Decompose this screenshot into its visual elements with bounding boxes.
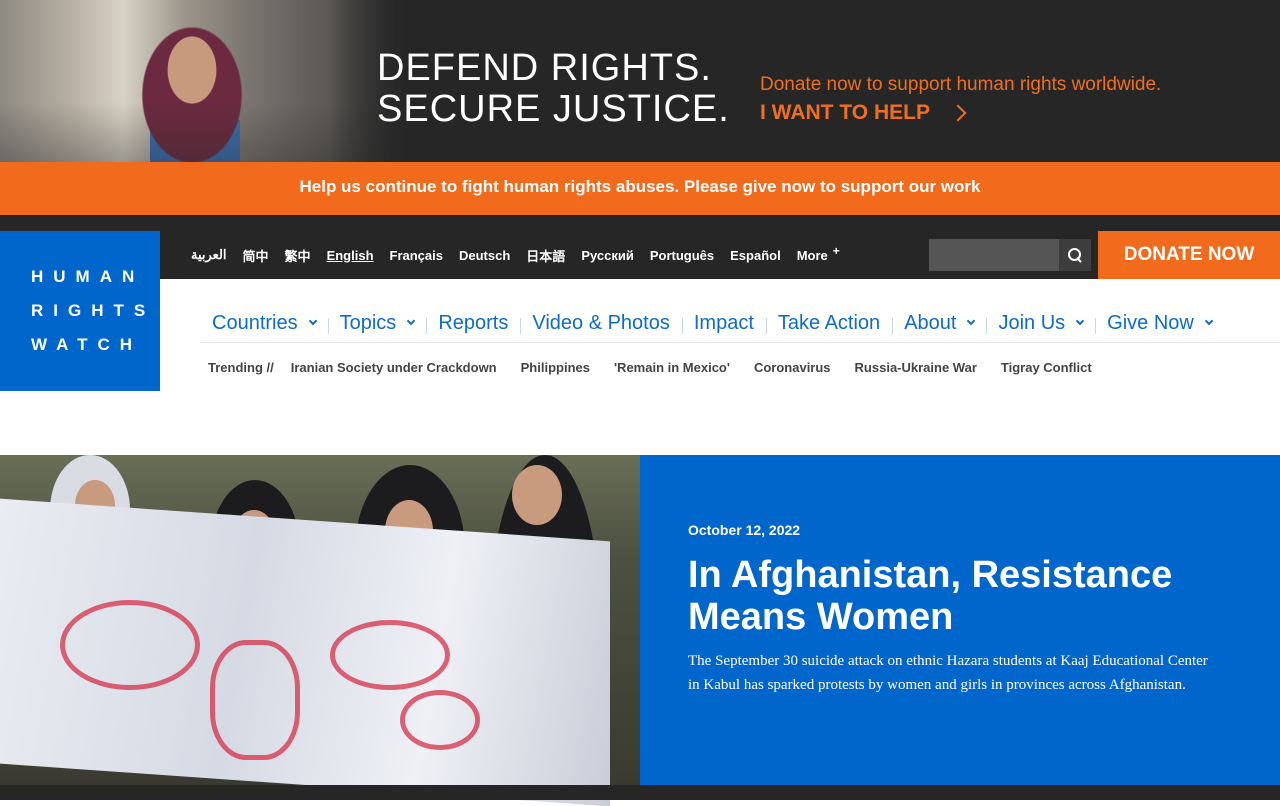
hrw-logo[interactable]: HUMAN RIGHTS WATCH: [0, 231, 160, 391]
banner-scrawl: [60, 600, 200, 690]
lang-german[interactable]: Deutsch: [459, 248, 510, 263]
cta-label: I WANT TO HELP: [760, 101, 930, 124]
feature-description: The September 30 suicide attack on ethni…: [688, 653, 1208, 693]
lang-russian[interactable]: Русский: [581, 248, 634, 263]
trending-label: Trending //: [208, 360, 274, 375]
banner-scrawl: [400, 690, 480, 750]
language-list: العربية 简中 繁中 English Français Deutsch 日…: [191, 231, 840, 279]
trending-link[interactable]: Russia-Ukraine War: [855, 360, 977, 375]
banner-scrawl: [210, 640, 300, 760]
trending-link[interactable]: Coronavirus: [754, 360, 831, 375]
donate-label: DONATE NOW: [1123, 244, 1255, 265]
nav-label: Join Us: [998, 311, 1066, 334]
lang-simplified-chinese[interactable]: 简中: [243, 246, 269, 265]
nav-label: Video & Photos: [532, 311, 670, 334]
photo-face: [512, 465, 562, 525]
lang-french[interactable]: Français: [390, 248, 443, 263]
search-button[interactable]: [1059, 239, 1091, 271]
donation-banner[interactable]: DEFEND RIGHTS. SECURE JUSTICE. Donate no…: [0, 0, 1280, 162]
give-now-strip[interactable]: Help us continue to fight human rights a…: [0, 162, 1280, 215]
trending-bar: Trending // Iranian Society under Crackd…: [208, 360, 1116, 375]
chevron-down-icon: [308, 316, 317, 325]
lang-japanese[interactable]: 日本語: [526, 246, 565, 265]
nav-label: Give Now: [1107, 311, 1194, 334]
logo-line-watch: WATCH: [31, 335, 143, 354]
nav-take-action[interactable]: Take Action: [765, 311, 892, 335]
more-languages-button[interactable]: More +: [796, 244, 840, 263]
i-want-to-help-link[interactable]: I WANT TO HELP: [760, 101, 967, 125]
main-nav: Countries Topics Reports Video & Photos …: [200, 309, 1224, 337]
lang-arabic[interactable]: العربية: [191, 247, 227, 263]
nav-video-photos[interactable]: Video & Photos: [520, 312, 682, 335]
footer-bar: [0, 785, 1280, 800]
logo-line-rights: RIGHTS: [31, 301, 156, 320]
more-label: More: [796, 247, 828, 263]
nav-label: Impact: [693, 311, 754, 334]
chevron-down-icon: [1075, 316, 1085, 325]
logo-line-human: HUMAN: [31, 267, 145, 286]
nav-topics[interactable]: Topics: [327, 311, 427, 335]
lang-portuguese[interactable]: Português: [650, 248, 714, 263]
nav-label: Topics: [339, 311, 397, 334]
headline-line-1: DEFEND RIGHTS.: [377, 47, 712, 89]
chevron-right-icon: [949, 104, 967, 122]
nav-label: Reports: [438, 311, 509, 334]
search-input[interactable]: [929, 239, 1059, 271]
banner-subtext: Donate now to support human rights world…: [760, 74, 1162, 95]
plus-icon: +: [832, 243, 840, 258]
trending-link[interactable]: Iranian Society under Crackdown: [291, 360, 497, 375]
nav-join-us[interactable]: Join Us: [986, 312, 1095, 335]
lang-traditional-chinese[interactable]: 繁中: [285, 246, 311, 265]
nav-impact[interactable]: Impact: [681, 311, 766, 335]
donate-now-button[interactable]: DONATE NOW: [1098, 231, 1280, 279]
headline-line-2: SECURE JUSTICE.: [377, 88, 730, 130]
feature-date: October 12, 2022: [688, 522, 801, 538]
trending-link[interactable]: Tigray Conflict: [1001, 360, 1092, 375]
search-icon: [1068, 248, 1082, 262]
nav-give-now[interactable]: Give Now: [1095, 312, 1224, 335]
trending-link[interactable]: Philippines: [521, 360, 590, 375]
feature-panel[interactable]: October 12, 2022 In Afghanistan, Resista…: [640, 455, 1280, 785]
chevron-down-icon: [967, 316, 976, 325]
nav-reports[interactable]: Reports: [426, 312, 520, 335]
nav-label: Take Action: [777, 311, 881, 334]
nav-label: About: [904, 311, 957, 334]
trending-link[interactable]: 'Remain in Mexico': [614, 360, 730, 375]
nav-label: Countries: [212, 311, 298, 334]
feature-title[interactable]: In Afghanistan, Resistance Means Women: [688, 554, 1208, 638]
banner-scrawl: [330, 620, 450, 690]
lang-english[interactable]: English: [327, 248, 374, 263]
nav-countries[interactable]: Countries: [200, 312, 328, 335]
nav-about[interactable]: About: [892, 312, 986, 335]
nav-divider: [200, 342, 1280, 343]
strip-text: Help us continue to fight human rights a…: [299, 177, 981, 196]
lang-spanish[interactable]: Español: [730, 248, 781, 263]
chevron-down-icon: [1204, 316, 1214, 325]
banner-headline: DEFEND RIGHTS. SECURE JUSTICE.: [377, 48, 730, 130]
chevron-down-icon: [407, 316, 416, 325]
header-topbar: [0, 215, 1280, 231]
